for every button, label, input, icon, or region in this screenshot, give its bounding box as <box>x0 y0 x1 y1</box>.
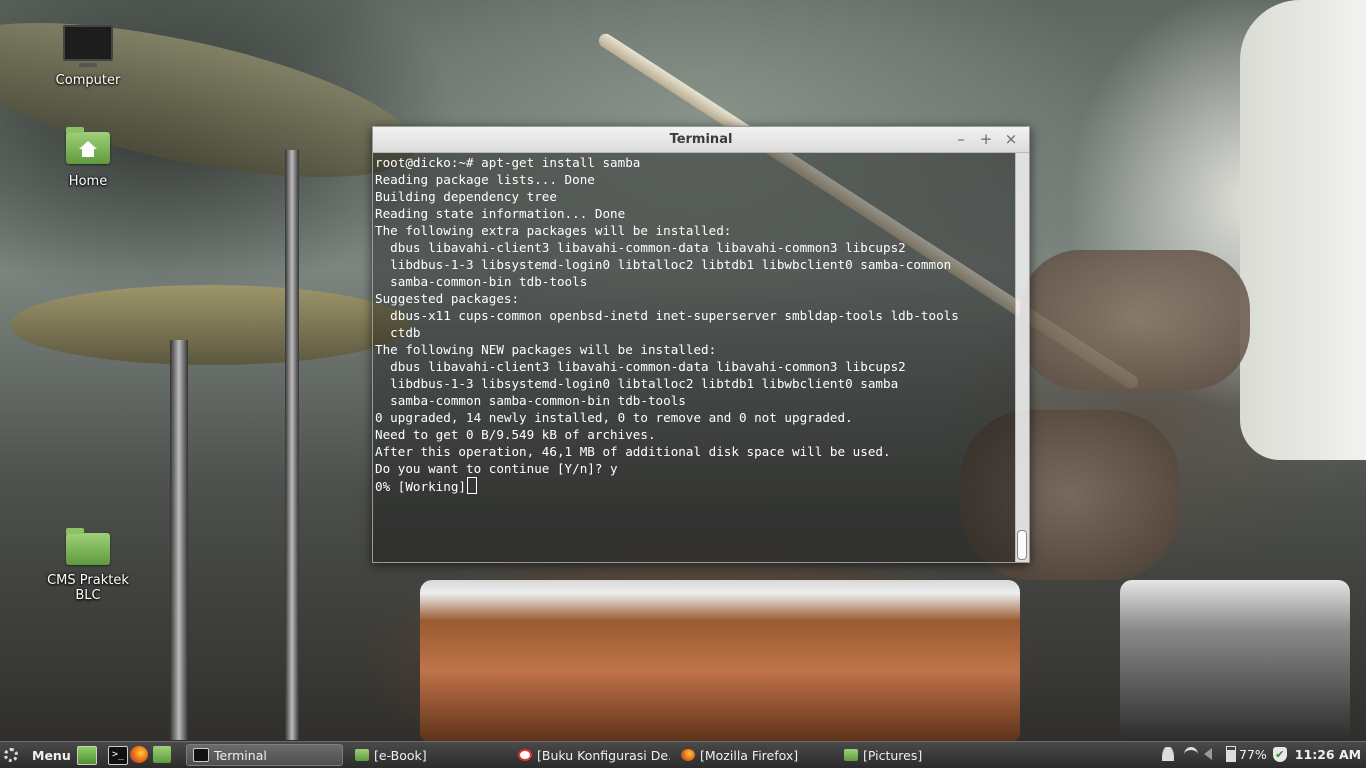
terminal-line: After this operation, 46,1 MB of additio… <box>375 444 891 459</box>
window-title: Terminal <box>669 132 733 147</box>
battery-percentage: 77% <box>1239 746 1267 762</box>
show-desktop-icon[interactable] <box>77 746 97 765</box>
desktop-icon-label: CMS Praktek BLC <box>47 573 129 603</box>
terminal-line: dbus-x11 cups-common openbsd-inetd inet-… <box>375 308 959 323</box>
user-icon[interactable] <box>1162 747 1174 761</box>
task-label: [e-Book] <box>374 747 427 763</box>
terminal-scrollbar[interactable] <box>1015 153 1029 562</box>
taskbar-item-terminal[interactable]: Terminal <box>186 744 343 766</box>
wallpaper-cymbal-mid <box>10 285 410 365</box>
taskbar: Menu >_ Terminal [e-Book] [Buku Konfigur… <box>0 741 1366 768</box>
wallpaper-tom-drum <box>1120 580 1350 744</box>
folder-icon <box>66 528 110 565</box>
terminal-line: dbus libavahi-client3 libavahi-common-da… <box>375 240 906 255</box>
terminal-line: libdbus-1-3 libsystemd-login0 libtalloc2… <box>375 257 952 272</box>
desktop-icon-home[interactable]: Home <box>33 127 143 189</box>
terminal-line: samba-common samba-common-bin tdb-tools <box>375 393 686 408</box>
files-icon[interactable] <box>153 746 171 763</box>
terminal-line: Need to get 0 B/9.549 kB of archives. <box>375 427 656 442</box>
wallpaper-snare-drum <box>420 580 1020 744</box>
wifi-icon[interactable] <box>1184 746 1198 762</box>
window-titlebar[interactable]: Terminal – + × <box>373 127 1029 153</box>
clock[interactable]: 11:26 AM <box>1295 747 1361 762</box>
terminal-line: dbus libavahi-client3 libavahi-common-da… <box>375 359 906 374</box>
task-label: [Pictures] <box>863 747 923 763</box>
folder-icon <box>355 749 369 761</box>
terminal-line: samba-common-bin tdb-tools <box>375 274 588 289</box>
terminal-line: Building dependency tree <box>375 189 557 204</box>
terminal-line: Suggested packages: <box>375 291 520 306</box>
gear-icon <box>4 748 18 762</box>
taskbar-item-buku-konfigurasi[interactable]: [Buku Konfigurasi De... <box>512 744 670 766</box>
terminal-window[interactable]: Terminal – + × root@dicko:~# apt-get ins… <box>372 126 1030 563</box>
volume-icon[interactable] <box>1204 748 1212 760</box>
task-label: Terminal <box>214 747 267 763</box>
desktop-icon-computer[interactable]: Computer <box>33 25 143 88</box>
taskbar-item-pictures[interactable]: [Pictures] <box>838 744 996 766</box>
taskbar-item-e-book[interactable]: [e-Book] <box>349 744 505 766</box>
terminal-line-current: 0% [Working] <box>375 477 1016 494</box>
terminal-line: 0 upgraded, 14 newly installed, 0 to rem… <box>375 410 853 425</box>
taskbar-item-mozilla-firefox[interactable]: [Mozilla Firefox] <box>675 744 833 766</box>
terminal-output[interactable]: root@dicko:~# apt-get install samba Read… <box>373 153 1016 562</box>
terminal-line: root@dicko:~# apt-get install samba <box>375 155 641 170</box>
firefox-icon <box>681 749 695 761</box>
wallpaper-hand <box>1020 250 1250 390</box>
scrollbar-thumb[interactable] <box>1017 530 1027 560</box>
close-button[interactable]: × <box>1003 131 1019 147</box>
wallpaper-shirt <box>1240 0 1366 460</box>
menu-label: Menu <box>32 747 71 763</box>
wallpaper-stand-2 <box>285 150 299 740</box>
system-tray: 77% ✔ 11:26 AM <box>1162 746 1361 762</box>
firefox-icon[interactable] <box>130 746 148 763</box>
computer-icon <box>63 25 113 67</box>
terminal-line: libdbus-1-3 libsystemd-login0 libtalloc2… <box>375 376 899 391</box>
minimize-button[interactable]: – <box>953 131 969 147</box>
battery-icon[interactable] <box>1226 746 1236 762</box>
desktop-icon-label: Computer <box>55 73 121 88</box>
terminal-line: The following NEW packages will be insta… <box>375 342 717 357</box>
wallpaper-stand <box>170 340 188 740</box>
maximize-button[interactable]: + <box>978 131 994 147</box>
menu-button[interactable]: Menu <box>4 745 71 765</box>
text-cursor <box>467 477 477 494</box>
home-folder-icon <box>66 127 110 164</box>
folder-icon <box>844 749 858 761</box>
desktop-icon-label: Home <box>68 174 108 189</box>
shield-icon[interactable]: ✔ <box>1272 746 1287 762</box>
terminal-line: Do you want to continue [Y/n]? y <box>375 461 618 476</box>
terminal-line-text: 0% [Working] <box>375 479 466 494</box>
terminal-line: The following extra packages will be ins… <box>375 223 732 238</box>
terminal-launcher-icon[interactable]: >_ <box>108 746 128 765</box>
terminal-icon <box>193 748 209 762</box>
terminal-line: Reading state information... Done <box>375 206 626 221</box>
terminal-line: ctdb <box>375 325 421 340</box>
task-label: [Mozilla Firefox] <box>700 747 799 763</box>
task-label: [Buku Konfigurasi De... <box>537 747 670 763</box>
terminal-line: Reading package lists... Done <box>375 172 595 187</box>
desktop-icon-cms-praktek-blc[interactable]: CMS Praktek BLC <box>33 528 143 603</box>
document-viewer-icon <box>518 749 532 761</box>
